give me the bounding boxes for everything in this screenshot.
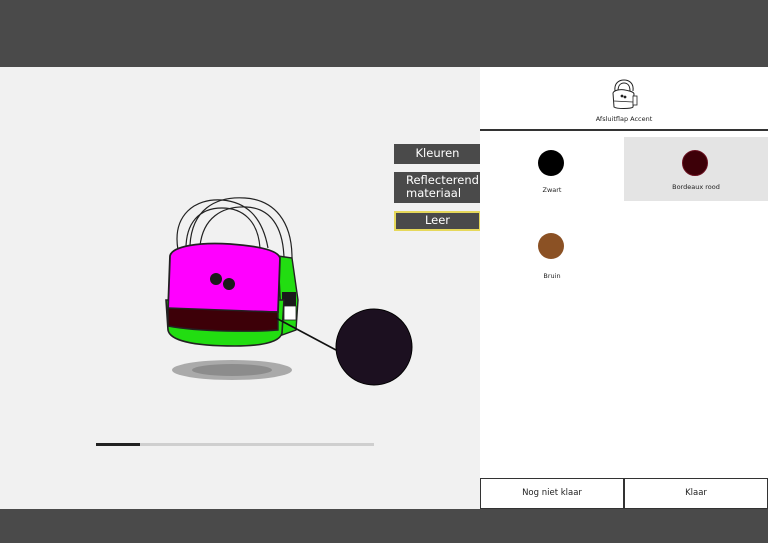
- swatch-brown[interactable]: Bruin: [480, 220, 624, 284]
- progress-bar: [96, 443, 374, 446]
- bag-dot: [223, 278, 235, 290]
- swatch-black[interactable]: Zwart: [480, 137, 624, 201]
- progress-fill: [96, 443, 141, 446]
- top-bar: [0, 0, 768, 67]
- swatch-label: Zwart: [542, 186, 562, 194]
- material-reflective-line2: materiaal: [406, 186, 462, 200]
- material-colors-button[interactable]: Kleuren: [394, 144, 481, 164]
- swatch-label: Bordeaux rood: [672, 183, 720, 191]
- swatch-bordeaux-red[interactable]: Bordeaux rood: [624, 137, 768, 201]
- bag-flap: [167, 242, 281, 313]
- swatch-circle: [682, 150, 708, 176]
- bag-preview: [165, 197, 413, 386]
- material-leather-button[interactable]: Leer: [394, 211, 481, 231]
- part-label: Afsluitflap Accent: [595, 115, 653, 123]
- part-header: Afsluitflap Accent: [480, 67, 768, 131]
- material-reflective-button[interactable]: Reflecterend materiaal: [394, 172, 481, 203]
- options-panel: Afsluitflap Accent Zwart Bordeaux rood B…: [480, 67, 768, 509]
- bag-dot: [210, 273, 222, 285]
- swatch-circle: [538, 233, 564, 259]
- swatch-label: Bruin: [543, 272, 561, 280]
- material-zoom: [335, 308, 413, 386]
- ready-button[interactable]: Klaar: [624, 478, 768, 509]
- swatch-circle: [538, 150, 564, 176]
- not-ready-button[interactable]: Nog niet klaar: [480, 478, 624, 509]
- bag-flap-accent: [167, 307, 279, 332]
- bottom-bar: [0, 509, 768, 543]
- backpack-icon: [612, 79, 638, 109]
